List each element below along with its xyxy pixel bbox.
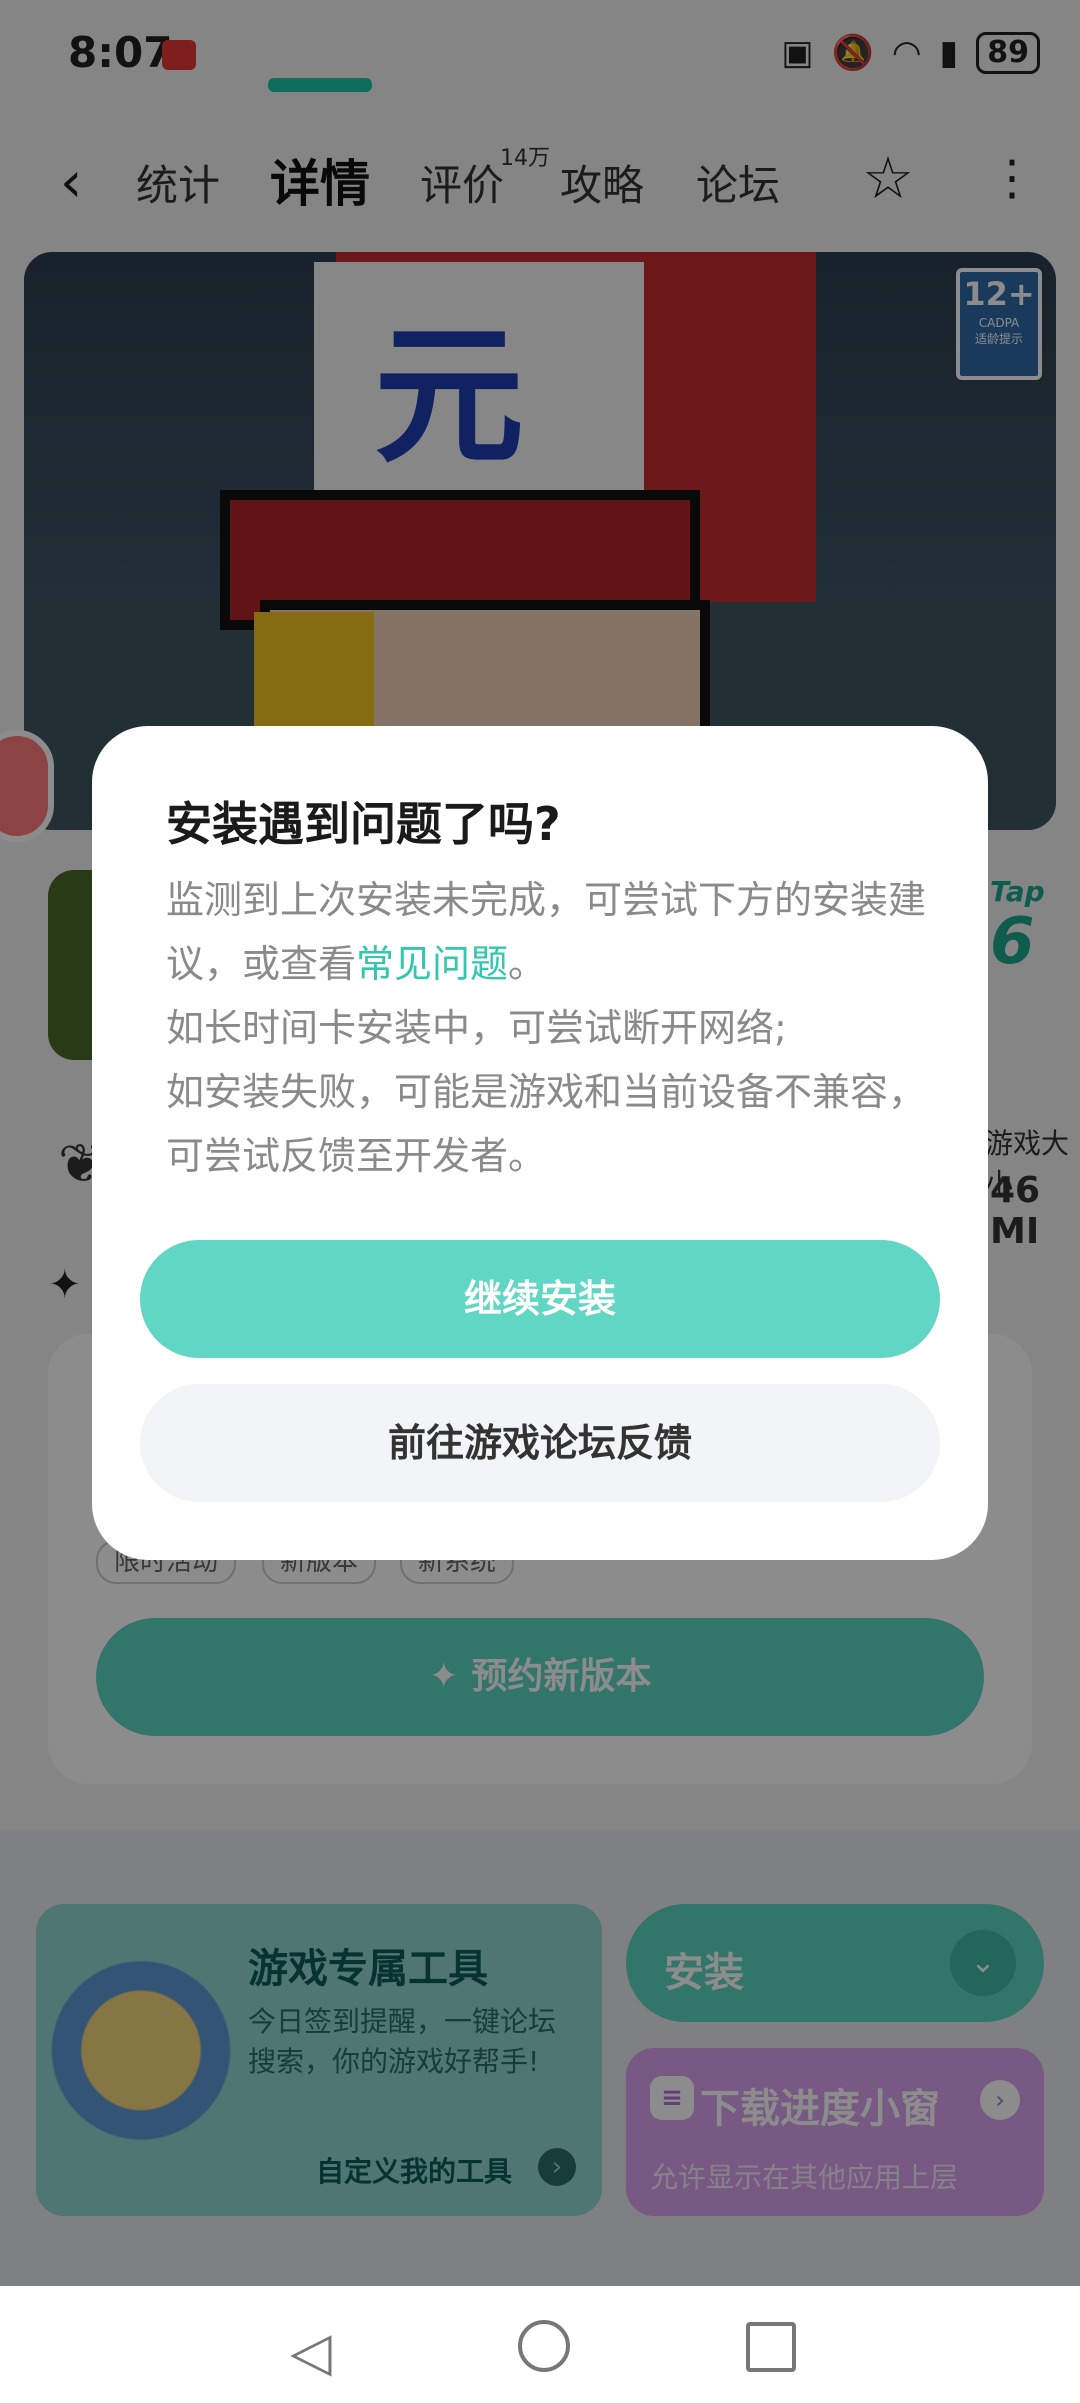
continue-install-button[interactable]: 继续安装 <box>140 1240 940 1358</box>
back-triangle-icon[interactable]: ◁ <box>290 2320 332 2383</box>
dialog-title: 安装遇到问题了吗? <box>166 797 561 851</box>
recent-apps-icon[interactable] <box>746 2322 796 2372</box>
home-circle-icon[interactable] <box>518 2320 570 2372</box>
dialog-body: 监测到上次安装未完成，可尝试下方的安装建议，或查看常见问题。 如长时间卡安装中，… <box>166 878 927 1178</box>
forum-feedback-button[interactable]: 前往游戏论坛反馈 <box>140 1384 940 1502</box>
faq-link[interactable]: 常见问题 <box>356 942 508 986</box>
